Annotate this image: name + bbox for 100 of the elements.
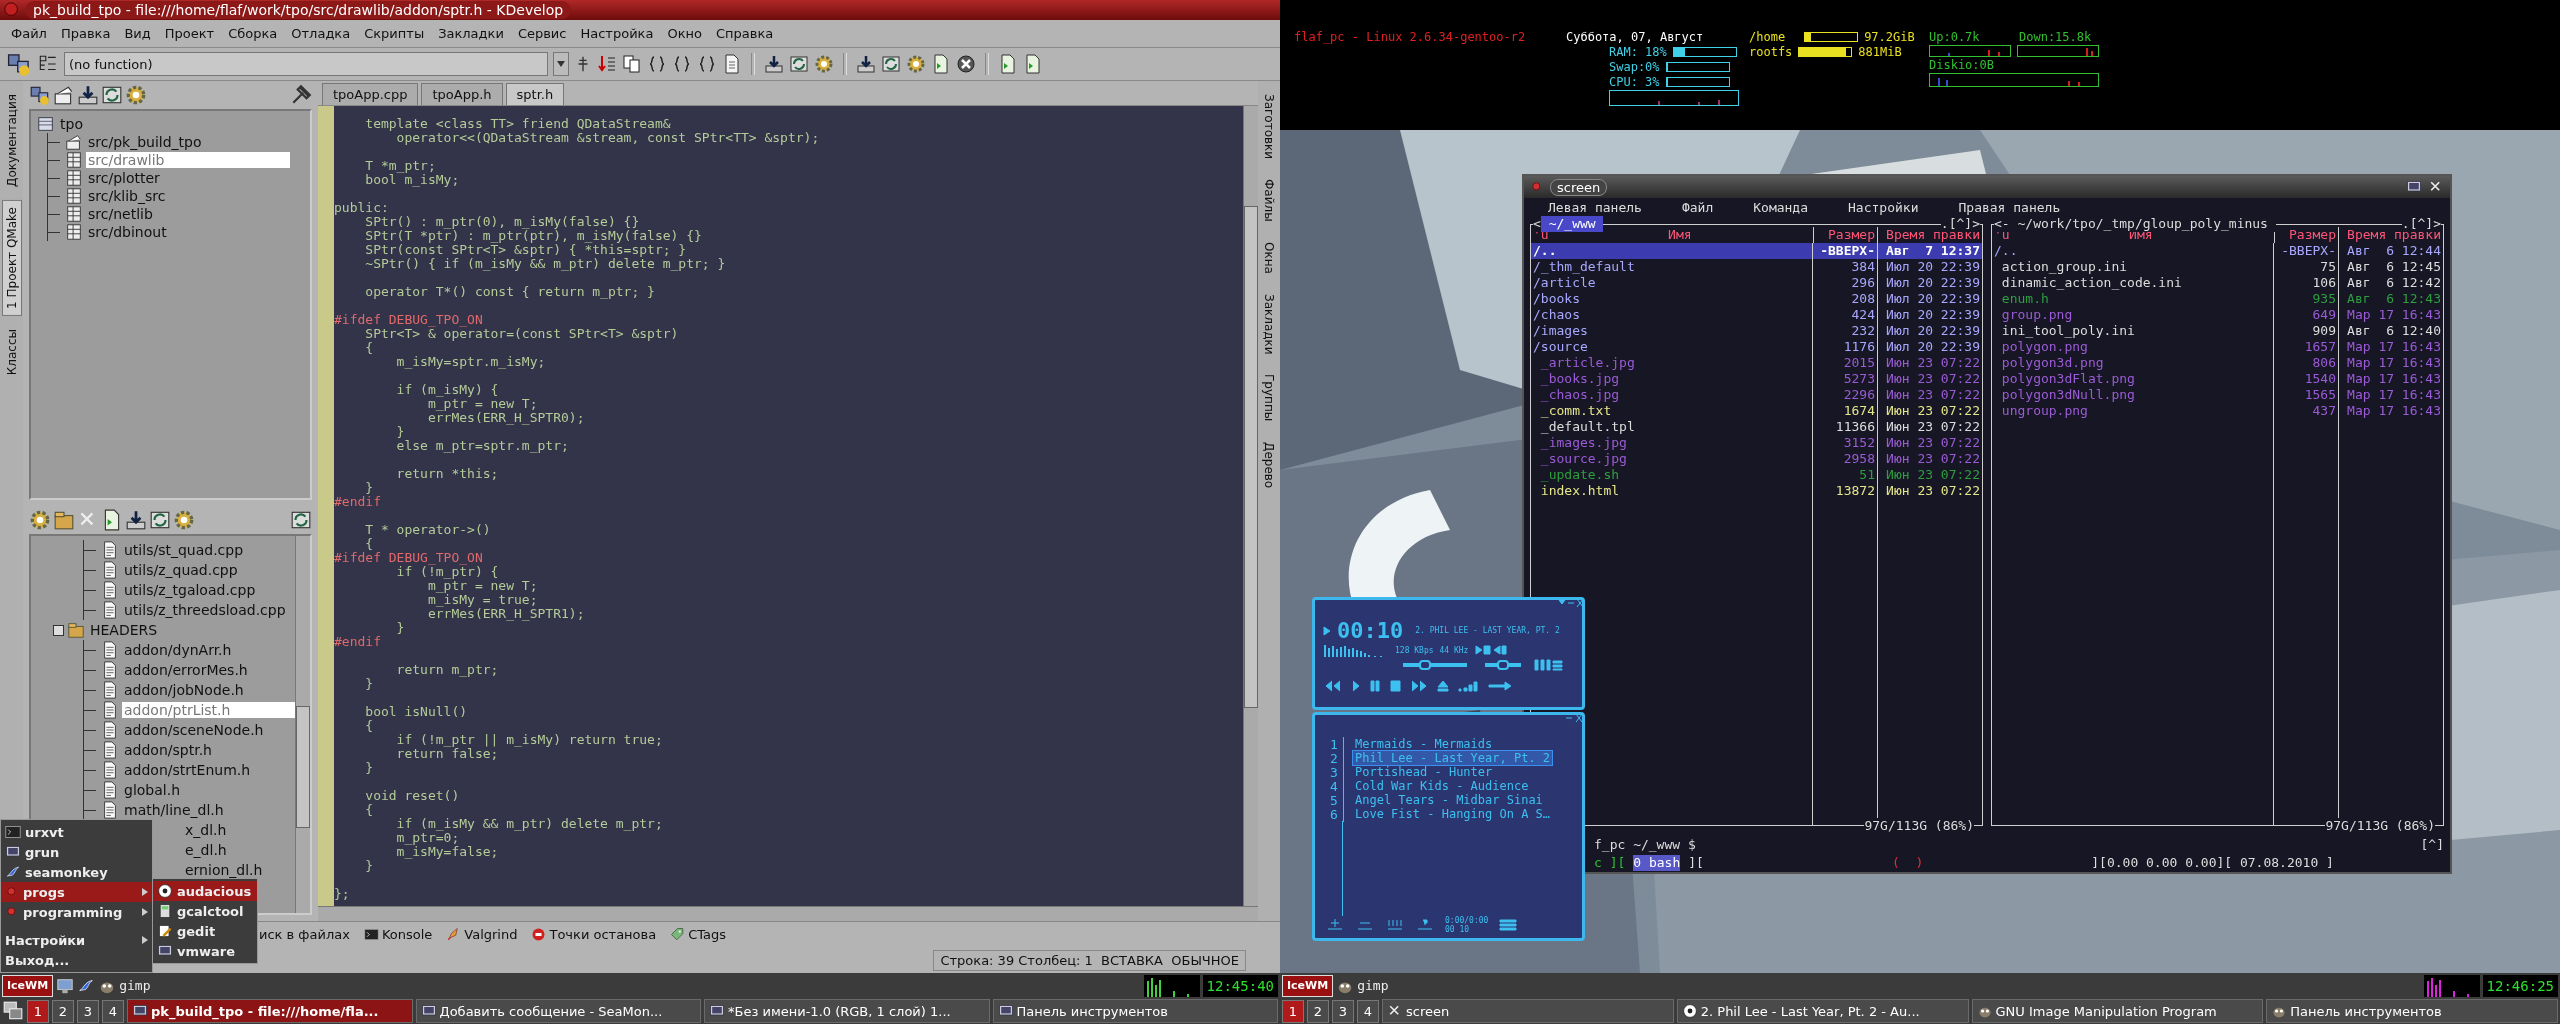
tool-tab[interactable]: Konsole	[360, 926, 436, 943]
menu-item[interactable]: Настройки	[1, 930, 152, 950]
tool-tab[interactable]: Точки останова	[528, 926, 660, 943]
tree-item[interactable]: addon/ptrList.h	[122, 702, 295, 718]
tool-tab[interactable]: иск в файлах	[256, 926, 353, 943]
file-name[interactable]: /images	[1531, 323, 1812, 339]
workspace-button[interactable]: 4	[1357, 999, 1379, 1023]
file-name[interactable]: /article	[1531, 275, 1812, 291]
menu-item[interactable]: Настройка	[573, 26, 661, 41]
workspace-button[interactable]: 2	[1307, 999, 1329, 1023]
file-name[interactable]: dinamic_action_code.ini	[1992, 275, 2273, 291]
start-button[interactable]: IceWM	[2, 974, 54, 997]
tree-item[interactable]: utils/z_tgaload.cpp	[122, 582, 258, 598]
side-tab[interactable]: Закладки	[1259, 286, 1279, 362]
task-button[interactable]: Добавить сообщение - SeaMon...	[415, 999, 701, 1023]
file-name[interactable]: polygon.png	[1992, 339, 2273, 355]
file-name[interactable]: /source	[1531, 339, 1812, 355]
tree-item[interactable]: utils/z_threedsload.cpp	[122, 602, 288, 618]
editor-tab[interactable]: tpoApp.h	[421, 83, 503, 105]
file-name[interactable]: /chaos	[1531, 307, 1812, 323]
launcher-link[interactable]: gimp	[119, 978, 151, 993]
panel-path[interactable]: ~/_www	[1540, 216, 1604, 232]
file-name[interactable]: ini_tool_poly.ini	[1992, 323, 2273, 339]
side-tab[interactable]: Окна	[1259, 234, 1279, 281]
file-name[interactable]: _article.jpg	[1531, 355, 1812, 371]
side-tab[interactable]: Документация	[1, 87, 22, 194]
file-name[interactable]: /books	[1531, 291, 1812, 307]
menu-item[interactable]: Скрипты	[357, 26, 432, 41]
file-name[interactable]: enum.h	[1992, 291, 2273, 307]
launcher-link[interactable]: gimp	[1357, 978, 1389, 993]
tree-item[interactable]: src/netlib	[86, 206, 155, 222]
task-button[interactable]: Панель инструментов	[992, 999, 1278, 1023]
menu-item[interactable]: Файл	[1681, 200, 1714, 216]
menu-item[interactable]: Вид	[117, 26, 158, 41]
file-name[interactable]: group.png	[1992, 307, 2273, 323]
menu-item[interactable]: Настройки	[1848, 200, 1919, 216]
side-tab[interactable]: Заготовки	[1259, 87, 1279, 167]
menu-item[interactable]: grun	[1, 842, 152, 862]
tree-item[interactable]: math/line_dl.h	[122, 802, 226, 818]
menu-item[interactable]: Правка	[53, 26, 118, 41]
tree-item[interactable]: src/plotter	[86, 170, 162, 186]
file-name[interactable]: index.html	[1531, 483, 1812, 499]
tree-item[interactable]: e_dl.h	[183, 842, 229, 858]
tree-item[interactable]: HEADERS	[88, 622, 160, 638]
tree-item[interactable]: src/klib_src	[86, 188, 168, 204]
tree-item[interactable]: src/drawlib	[86, 152, 290, 168]
file-name[interactable]: /..	[1531, 243, 1812, 259]
playlist-entry[interactable]: Portishead - Hunter	[1352, 764, 1496, 780]
history-button[interactable]: [^]	[2420, 837, 2444, 853]
file-name[interactable]: /_thm_default	[1531, 259, 1812, 275]
menu-item[interactable]: Файл	[4, 26, 54, 41]
tree-item[interactable]: addon/sptr.h	[122, 742, 214, 758]
file-name[interactable]: ungroup.png	[1992, 403, 2273, 419]
tree-item[interactable]: tpo	[58, 116, 85, 132]
menu-item[interactable]: Выход...	[1, 950, 152, 970]
window-tab[interactable]: 0 bash	[1633, 855, 1681, 871]
editor-tab[interactable]: sptr.h	[505, 83, 565, 105]
menu-item[interactable]: Отладка	[284, 26, 358, 41]
tree-item[interactable]: global.h	[122, 782, 183, 798]
workspace-button[interactable]: 3	[77, 999, 99, 1023]
playlist-entry[interactable]: Cold War Kids - Audience	[1352, 778, 1532, 794]
menu-item[interactable]: programming	[1, 902, 152, 922]
task-button[interactable]: 2. Phil Lee - Last Year, Pt. 2 - Au...	[1676, 999, 1969, 1023]
tool-tab[interactable]: Valgrind	[443, 926, 521, 943]
menu-item[interactable]: progs	[1, 882, 152, 902]
tree-item[interactable]: addon/dynArr.h	[122, 642, 234, 658]
menu-item[interactable]: Справка	[708, 26, 781, 41]
task-button[interactable]: screen	[1382, 999, 1674, 1023]
workspace-button[interactable]: 3	[1332, 999, 1354, 1023]
file-name[interactable]: _images.jpg	[1531, 435, 1812, 451]
playlist-entry[interactable]: Love Fist - Hanging On A S…	[1352, 806, 1554, 822]
side-tab[interactable]: Группы	[1259, 367, 1279, 429]
file-name[interactable]: action_group.ini	[1992, 259, 2273, 275]
task-button[interactable]: *Без имени-1.0 (RGB, 1 слой) 1...	[704, 999, 990, 1023]
file-name[interactable]: _default.tpl	[1531, 419, 1812, 435]
file-name[interactable]: _chaos.jpg	[1531, 387, 1812, 403]
workspace-button[interactable]: 2	[52, 999, 74, 1023]
editor-tab[interactable]: tpoApp.cpp	[322, 83, 419, 105]
tree-item[interactable]: ernion_dl.h	[183, 862, 265, 878]
playlist-entry[interactable]: Angel Tears - Midbar Sinai	[1352, 792, 1546, 808]
menu-item[interactable]: Команда	[1753, 200, 1809, 216]
tree-item[interactable]: utils/st_quad.cpp	[122, 542, 246, 558]
tree-item[interactable]: addon/errorMes.h	[122, 662, 250, 678]
task-button[interactable]: GNU Image Manipulation Program	[1971, 999, 2264, 1023]
menu-item[interactable]: Правая панель	[1958, 200, 2061, 216]
history-button[interactable]: .[^]>	[2401, 216, 2441, 232]
playlist-entry[interactable]: Mermaids - Mermaids	[1352, 736, 1496, 752]
task-button[interactable]: Панель инструментов	[2266, 999, 2558, 1023]
menu-item[interactable]: vmware	[153, 941, 257, 961]
menu-item[interactable]: Закладки	[431, 26, 511, 41]
side-tab[interactable]: Файлы	[1259, 172, 1279, 229]
menu-item[interactable]: Сборка	[221, 26, 285, 41]
menu-item[interactable]: gcalctool	[153, 901, 257, 921]
tree-item[interactable]: x_dl.h	[183, 822, 229, 838]
tree-item[interactable]: utils/z_quad.cpp	[122, 562, 240, 578]
menu-item[interactable]: Окно	[660, 26, 709, 41]
file-name[interactable]: _comm.txt	[1531, 403, 1812, 419]
task-button[interactable]: pk_build_tpo - file:///home/fla...	[127, 999, 413, 1023]
workspace-button[interactable]: 1	[27, 999, 49, 1023]
menu-item[interactable]: Левая панель	[1548, 200, 1642, 216]
